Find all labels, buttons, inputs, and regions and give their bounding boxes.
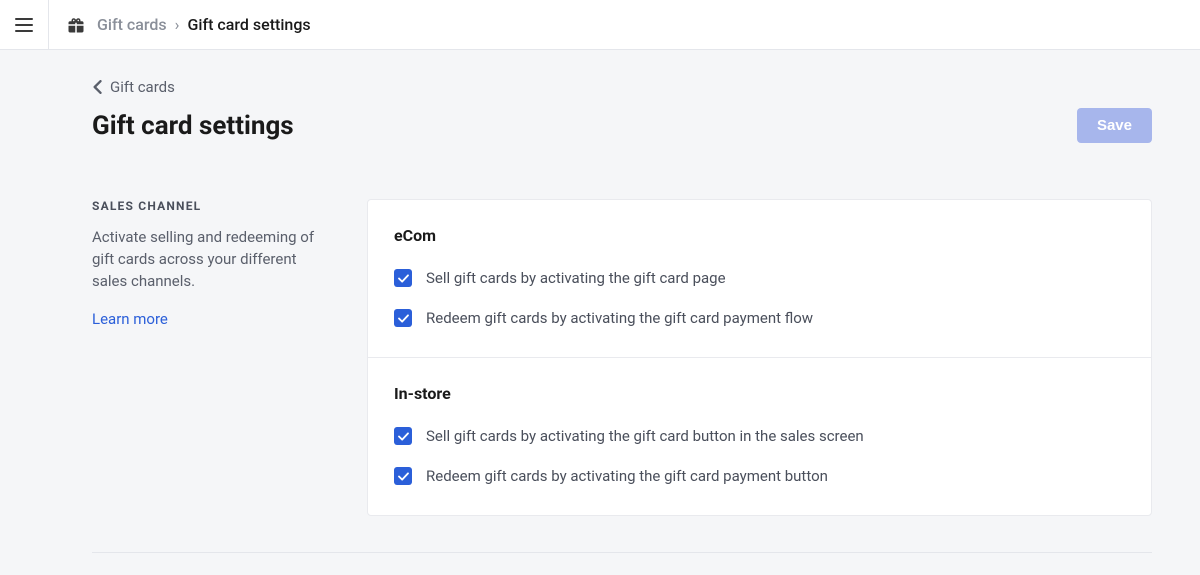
ecom-heading: eCom <box>394 226 1125 245</box>
divider <box>92 552 1152 553</box>
sales-channel-card: eCom Sell gift cards by activating the g… <box>367 199 1152 516</box>
instore-redeem-checkbox[interactable] <box>394 467 412 485</box>
topbar: Gift cards › Gift card settings <box>0 0 1200 50</box>
ecom-redeem-label: Redeem gift cards by activating the gift… <box>426 309 813 327</box>
chevron-left-icon <box>92 80 102 94</box>
save-button[interactable]: Save <box>1077 108 1152 143</box>
ecom-sell-label: Sell gift cards by activating the gift c… <box>426 269 726 287</box>
instore-sell-label: Sell gift cards by activating the gift c… <box>426 427 864 445</box>
section-info: SALES CHANNEL Activate selling and redee… <box>92 199 327 328</box>
ecom-redeem-row: Redeem gift cards by activating the gift… <box>394 309 1125 327</box>
divider <box>48 0 49 50</box>
gift-icon <box>67 16 85 34</box>
breadcrumb-parent[interactable]: Gift cards <box>97 15 167 34</box>
check-icon <box>398 472 409 481</box>
chevron-right-icon: › <box>175 15 180 34</box>
check-icon <box>398 314 409 323</box>
check-icon <box>398 274 409 283</box>
back-link[interactable]: Gift cards <box>92 78 175 96</box>
page-header: Gift card settings Save <box>92 108 1152 143</box>
ecom-section: eCom Sell gift cards by activating the g… <box>368 200 1151 357</box>
instore-redeem-label: Redeem gift cards by activating the gift… <box>426 467 828 485</box>
section-label: SALES CHANNEL <box>92 199 327 213</box>
ecom-sell-checkbox[interactable] <box>394 269 412 287</box>
back-link-label: Gift cards <box>110 78 175 96</box>
breadcrumb-current: Gift card settings <box>187 15 310 34</box>
instore-heading: In-store <box>394 384 1125 403</box>
breadcrumb: Gift cards › Gift card settings <box>97 15 311 34</box>
instore-redeem-row: Redeem gift cards by activating the gift… <box>394 467 1125 485</box>
instore-sell-checkbox[interactable] <box>394 427 412 445</box>
page-title: Gift card settings <box>92 111 294 141</box>
ecom-sell-row: Sell gift cards by activating the gift c… <box>394 269 1125 287</box>
instore-section: In-store Sell gift cards by activating t… <box>368 357 1151 515</box>
check-icon <box>398 432 409 441</box>
ecom-redeem-checkbox[interactable] <box>394 309 412 327</box>
instore-sell-row: Sell gift cards by activating the gift c… <box>394 427 1125 445</box>
hamburger-menu-icon[interactable] <box>12 13 36 37</box>
section-description: Activate selling and redeeming of gift c… <box>92 227 327 292</box>
learn-more-link[interactable]: Learn more <box>92 310 327 328</box>
